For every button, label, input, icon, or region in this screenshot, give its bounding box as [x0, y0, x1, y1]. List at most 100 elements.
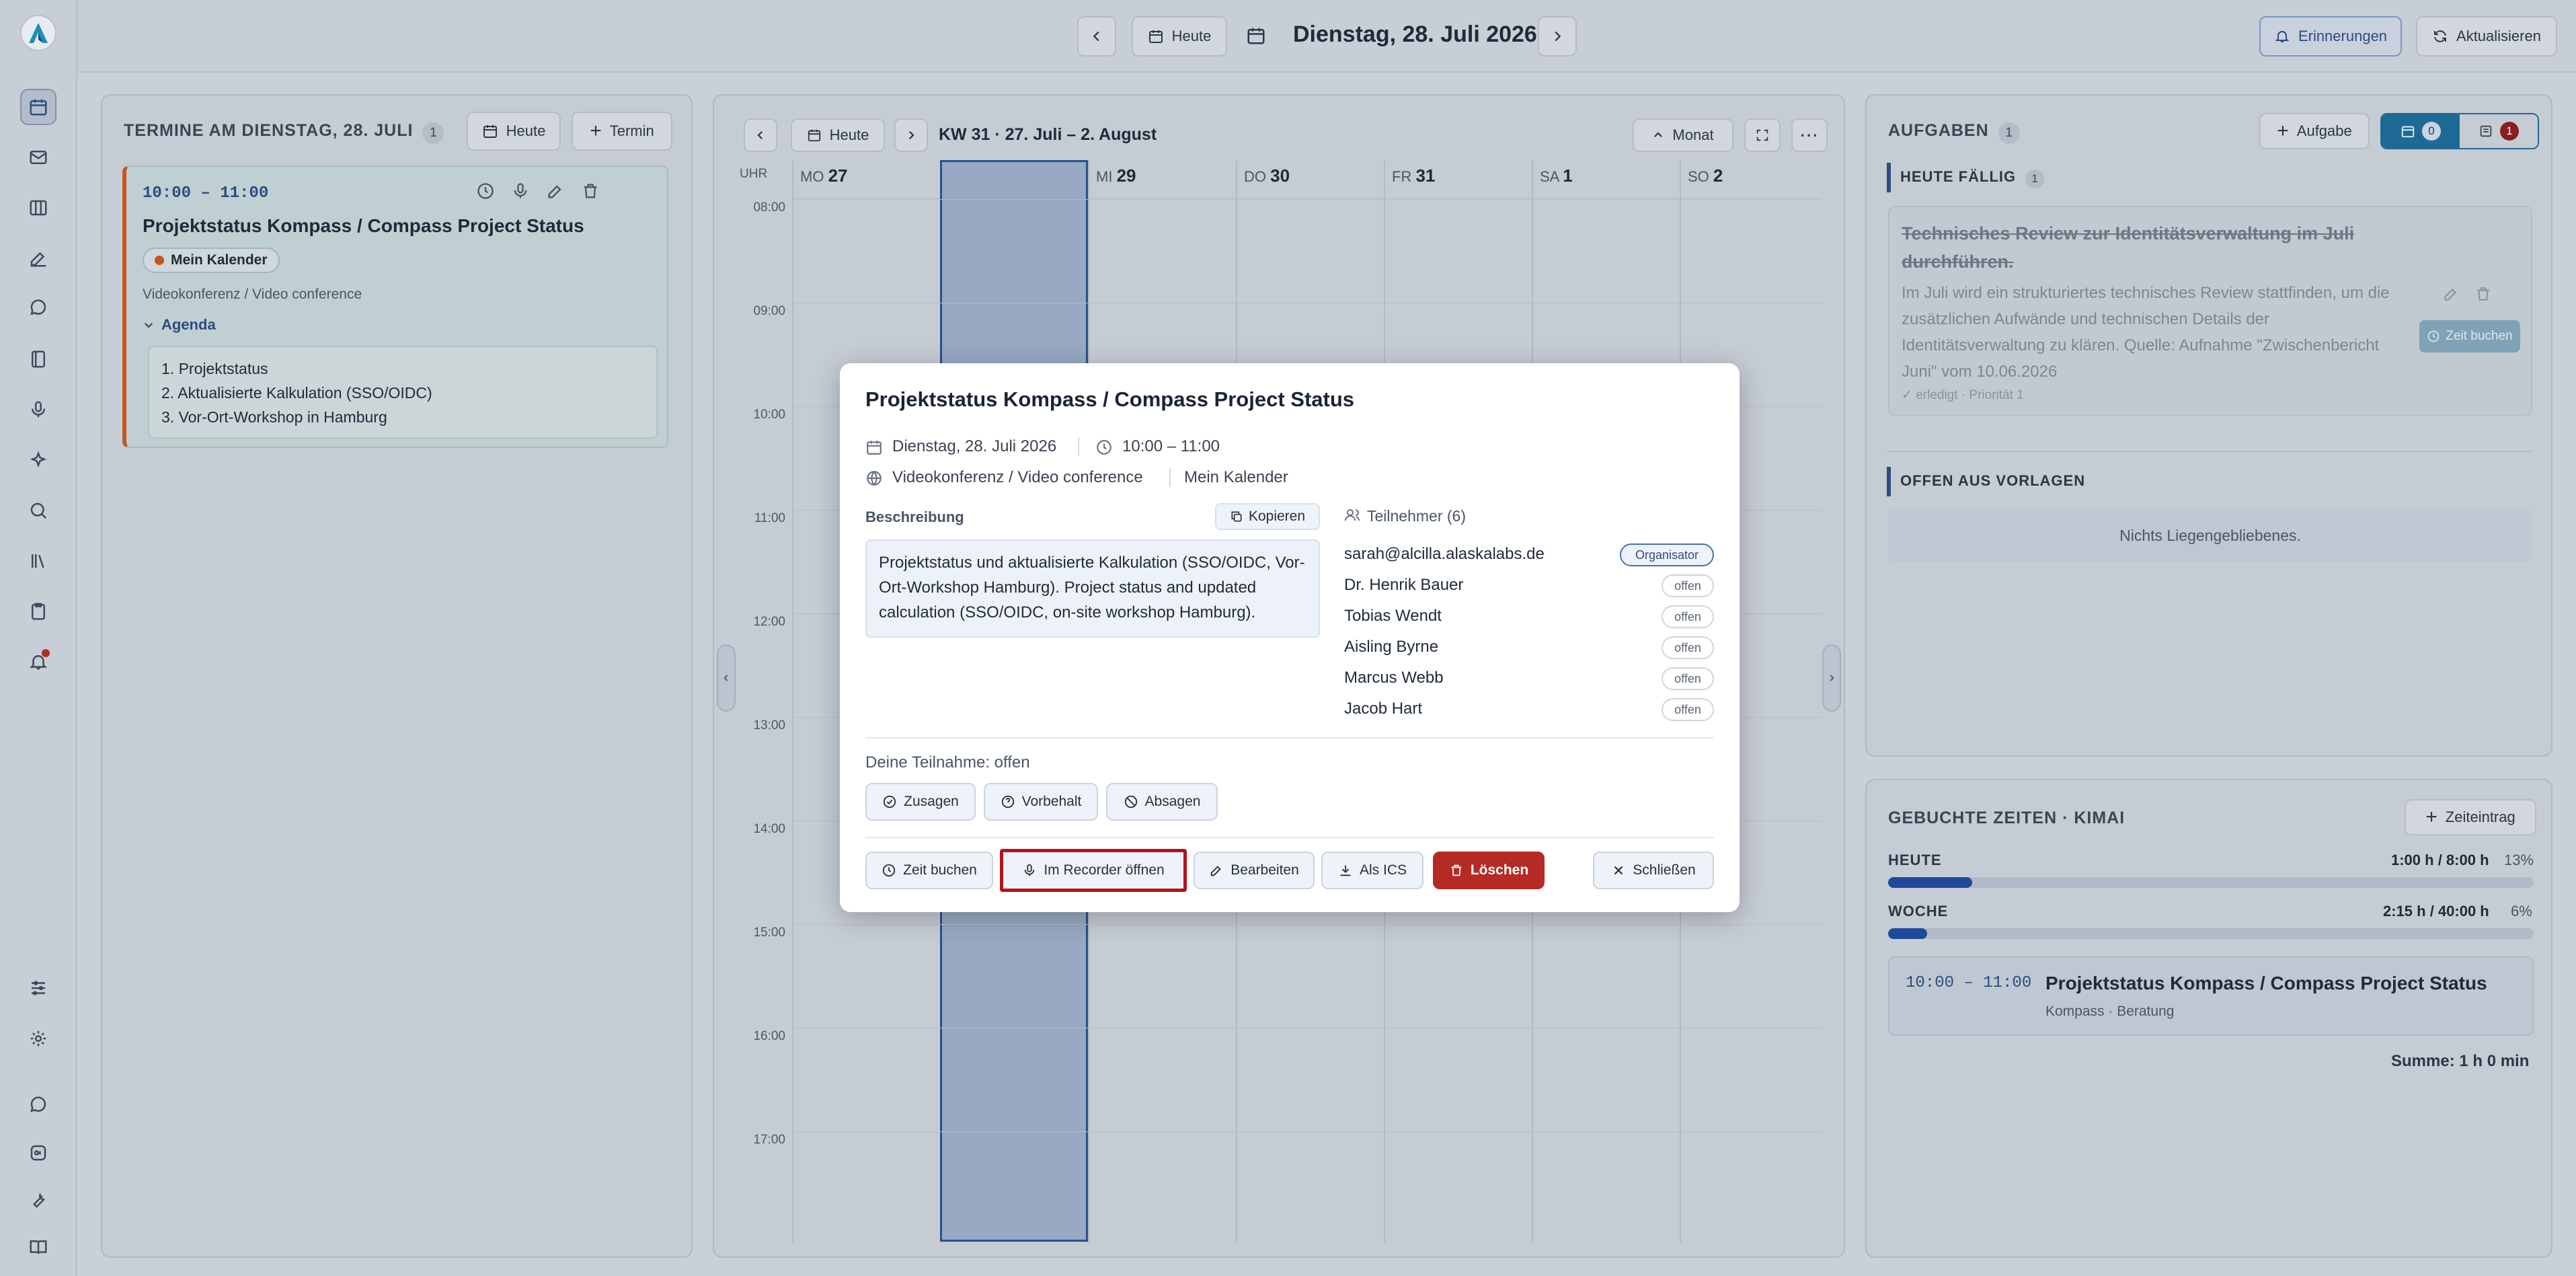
prev-day-button[interactable]: [1077, 16, 1116, 57]
close-button[interactable]: Schließen: [1593, 852, 1714, 889]
add-time-entry-button[interactable]: + Zeiteintrag: [2405, 799, 2536, 835]
today-progress-fill: [1888, 877, 1972, 888]
time-entry-card[interactable]: 10:00 – 11:00 Projektstatus Kompass / Co…: [1888, 956, 2534, 1036]
sliders-nav-icon[interactable]: [20, 970, 56, 1006]
chat-nav-icon[interactable]: [20, 291, 56, 327]
add-task-button[interactable]: + Aufgabe: [2259, 113, 2370, 149]
calendar-nav-icon[interactable]: [20, 89, 56, 125]
close-icon: [1614, 866, 1623, 875]
calendar-badge: Mein Kalender: [143, 248, 280, 273]
ai-nav-icon[interactable]: [20, 1135, 56, 1171]
trash-icon[interactable]: [581, 182, 600, 200]
book-nav-icon[interactable]: [20, 341, 56, 377]
accept-button[interactable]: Zusagen: [865, 783, 976, 821]
wrench-nav-icon[interactable]: [20, 1182, 56, 1218]
day-header-thu[interactable]: DO 30: [1244, 165, 1290, 186]
participant-name: Aisling Byrne: [1344, 638, 1439, 656]
participant-name: Dr. Henrik Bauer: [1344, 576, 1464, 594]
hour-label: 12:00: [753, 615, 785, 629]
hour-label: 08:00: [753, 200, 785, 215]
today-button[interactable]: Heute: [1132, 16, 1227, 57]
add-appointment-button[interactable]: + Termin: [572, 112, 672, 151]
more-button[interactable]: ⋯: [1791, 118, 1828, 152]
task-book-time-button[interactable]: Zeit buchen: [2419, 320, 2520, 352]
copy-button[interactable]: Kopieren: [1215, 503, 1320, 530]
microphone-icon[interactable]: [511, 182, 530, 200]
hour-line: [793, 1131, 1822, 1132]
collapse-right-handle[interactable]: [1822, 644, 1841, 712]
book-time-button[interactable]: Zeit buchen: [865, 852, 993, 889]
day-header-mon[interactable]: MO 27: [800, 165, 848, 186]
export-ics-label: Als ICS: [1359, 862, 1407, 878]
next-day-button[interactable]: [1538, 16, 1577, 57]
task-card[interactable]: Technisches Review zur Identitätsverwalt…: [1888, 206, 2532, 416]
participant-status: offen: [1662, 698, 1714, 721]
library-nav-icon[interactable]: [20, 543, 56, 579]
pencil-icon[interactable]: [2442, 285, 2460, 303]
task-tab-list[interactable]: 1: [2460, 114, 2538, 148]
export-ics-button[interactable]: Als ICS: [1321, 852, 1423, 889]
expand-icon: [1756, 129, 1768, 141]
refresh-label: Aktualisieren: [2456, 28, 2541, 44]
delete-button[interactable]: Löschen: [1433, 852, 1545, 889]
decline-button[interactable]: Absagen: [1106, 783, 1218, 821]
hour-column-label: UHR: [740, 167, 768, 181]
bell-icon: [2275, 31, 2290, 42]
participant-name: Tobias Wendt: [1344, 607, 1442, 625]
fullscreen-button[interactable]: [1744, 118, 1781, 152]
today-label: Heute: [829, 126, 869, 143]
day-header-wed[interactable]: MI 29: [1096, 165, 1136, 186]
agenda-toggle[interactable]: Agenda: [143, 316, 216, 334]
bell-nav-icon[interactable]: [20, 644, 56, 680]
calendar-next-button[interactable]: [894, 118, 928, 152]
chevron-left-icon: [1093, 31, 1099, 42]
day-header-fri[interactable]: FR 31: [1392, 165, 1435, 186]
view-toggle-button[interactable]: Monat: [1633, 118, 1733, 152]
hour-label: 15:00: [753, 926, 785, 940]
day-header-sat[interactable]: SA 1: [1540, 165, 1573, 186]
week-times-value: 2:15 h / 40:00 h: [2383, 903, 2489, 920]
trash-icon: [1451, 864, 1462, 876]
sidebar: [0, 0, 77, 1276]
close-label: Schließen: [1633, 862, 1696, 878]
today-times-value: 1:00 h / 8:00 h: [2391, 852, 2489, 868]
sparkles-nav-icon[interactable]: [20, 442, 56, 478]
app-logo[interactable]: [20, 15, 56, 51]
day-column[interactable]: [792, 160, 793, 1243]
appointments-today-button[interactable]: Heute: [467, 112, 561, 151]
mail-nav-icon[interactable]: [20, 139, 56, 176]
search-nav-icon[interactable]: [20, 492, 56, 529]
calendar-icon: [1148, 30, 1163, 43]
help-nav-icon[interactable]: [20, 1088, 56, 1124]
docs-nav-icon[interactable]: [20, 1229, 56, 1265]
settings-nav-icon[interactable]: [20, 1020, 56, 1057]
trash-icon[interactable]: [2474, 285, 2492, 303]
board-nav-icon[interactable]: [20, 190, 56, 226]
clipboard-nav-icon[interactable]: [20, 593, 56, 630]
open-accent-bar: [1887, 467, 1891, 496]
participants-label: Teilnehmer (6): [1367, 507, 1466, 525]
day-header-sun[interactable]: SO 2: [1688, 165, 1723, 186]
appointments-header: TERMINE AM DIENSTAG, 28. JULI 1: [124, 121, 444, 144]
calendar-prev-button[interactable]: [744, 118, 777, 152]
appointments-title: TERMINE AM DIENSTAG, 28. JULI: [124, 121, 414, 140]
appointment-actions: [476, 182, 600, 200]
microphone-nav-icon[interactable]: [20, 391, 56, 428]
participant-status: offen: [1662, 574, 1714, 597]
edit-button[interactable]: Bearbeiten: [1194, 852, 1315, 889]
reminders-button[interactable]: Erinnerungen: [2259, 16, 2402, 57]
calendar-icon: [483, 125, 497, 138]
task-tab-calendar[interactable]: 0: [2382, 114, 2460, 148]
date-picker-icon[interactable]: [1246, 26, 1266, 46]
open-in-recorder-button[interactable]: Im Recorder öffnen: [1000, 849, 1187, 892]
appointment-card[interactable]: 10:00 – 11:00 Projektstatus Kompass / Co…: [122, 165, 668, 448]
edit-nav-icon[interactable]: [20, 240, 56, 276]
tasks-count: 1: [1998, 122, 2020, 144]
calendar-today-button[interactable]: Heute: [791, 118, 885, 152]
pencil-icon[interactable]: [546, 182, 565, 200]
clock-icon[interactable]: [476, 182, 495, 200]
collapse-left-handle[interactable]: [717, 644, 736, 712]
today-progress-bar: [1888, 877, 2534, 888]
tentative-button[interactable]: Vorbehalt: [984, 783, 1098, 821]
refresh-button[interactable]: Aktualisieren: [2416, 16, 2557, 57]
